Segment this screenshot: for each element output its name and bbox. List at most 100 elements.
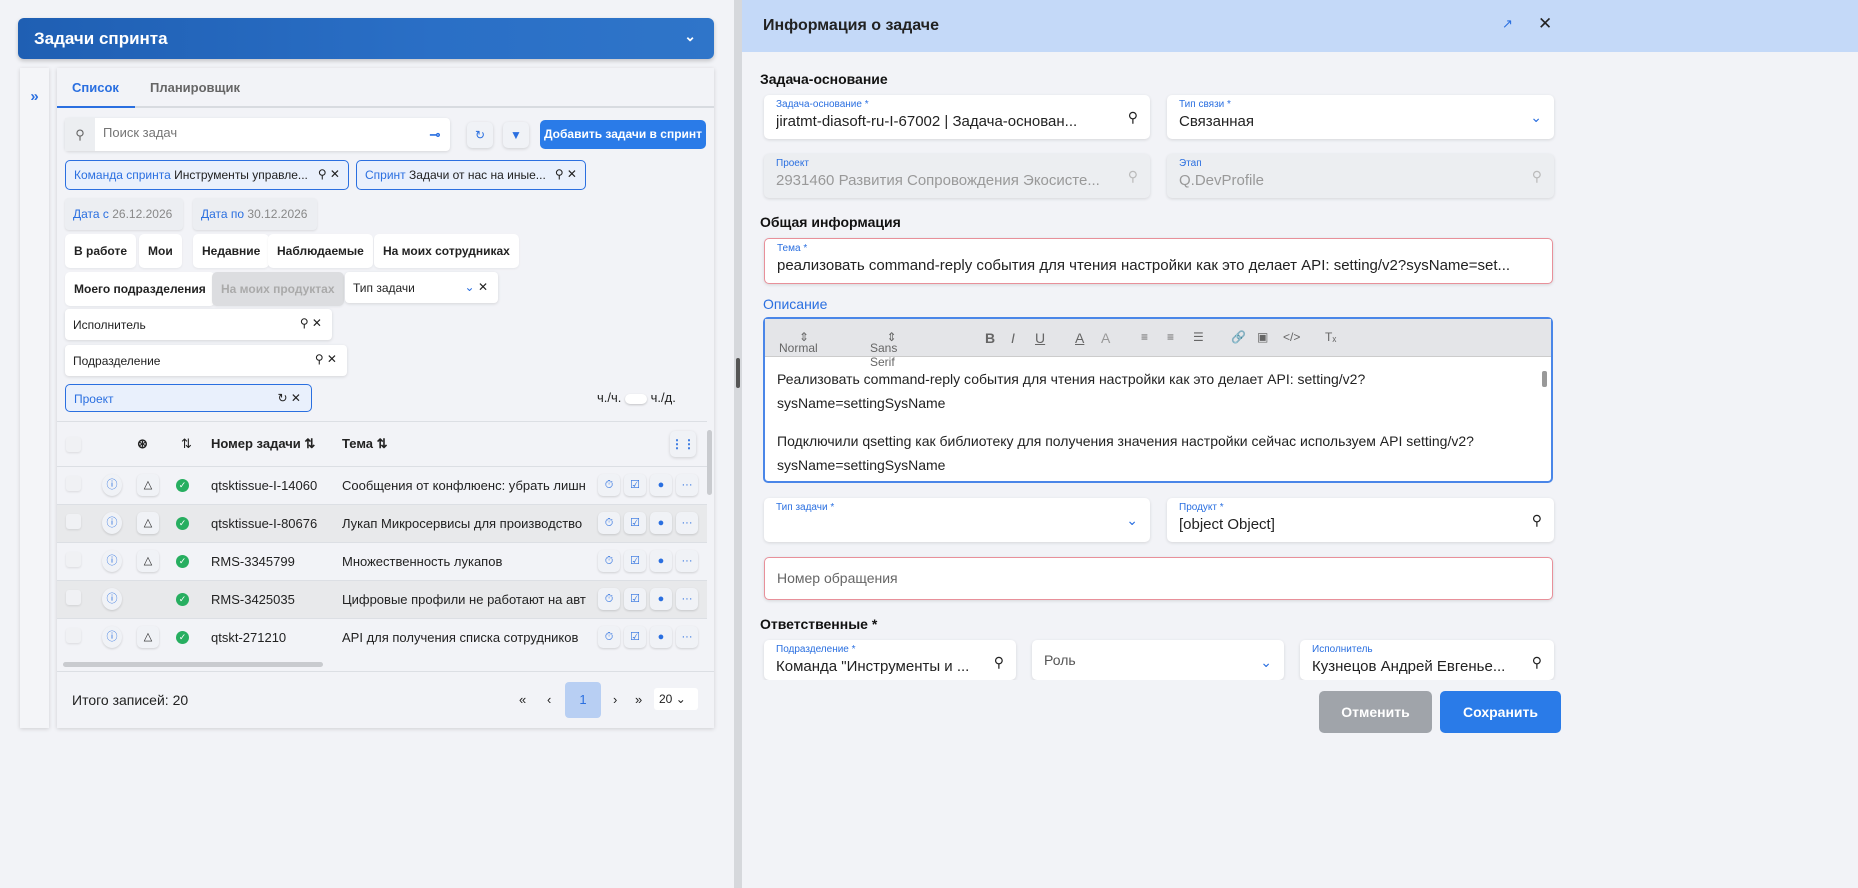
- vertical-scrollbar[interactable]: [707, 430, 712, 495]
- comment-icon[interactable]: ●: [650, 588, 672, 610]
- loading-clear-icons[interactable]: ↻ ✕: [278, 391, 301, 405]
- more-icon[interactable]: ···: [676, 550, 698, 572]
- task-number[interactable]: qtsktissue-I-80676: [211, 516, 336, 531]
- image-icon[interactable]: ▣: [1257, 330, 1268, 344]
- row-checkbox[interactable]: [66, 590, 81, 605]
- quick-recent[interactable]: Недавние: [193, 234, 270, 268]
- project-filter[interactable]: Проект ↻ ✕: [65, 384, 312, 412]
- bold-icon[interactable]: B: [985, 330, 995, 346]
- column-number[interactable]: Номер задачи ⇅: [211, 436, 315, 452]
- timer-icon[interactable]: ⏱: [598, 550, 620, 572]
- background-color-icon[interactable]: A: [1101, 330, 1110, 346]
- last-page-button[interactable]: »: [635, 692, 642, 707]
- clear-format-icon[interactable]: Tₓ: [1325, 330, 1336, 344]
- sort-icon[interactable]: ⇅: [181, 436, 192, 452]
- tab-list[interactable]: Список: [72, 80, 119, 95]
- expand-sidebar-button[interactable]: »: [20, 68, 49, 728]
- expand-tree-icon[interactable]: △: [137, 626, 159, 648]
- table-row[interactable]: ⓘ ✓ RMS-3425035 Цифровые профили не рабо…: [57, 580, 707, 618]
- info-icon[interactable]: ⓘ: [102, 626, 122, 648]
- row-checkbox[interactable]: [66, 514, 81, 529]
- task-number[interactable]: RMS-3345799: [211, 554, 336, 569]
- table-row[interactable]: ⓘ △ ✓ RMS-3345799 Множественность лукапо…: [57, 542, 707, 580]
- text-color-icon[interactable]: A: [1075, 330, 1084, 346]
- quick-my-employees[interactable]: На моих сотрудниках: [374, 234, 519, 268]
- timer-icon[interactable]: ⏱: [598, 512, 620, 534]
- assignee-filter[interactable]: Исполнитель ⚲ ✕: [65, 309, 332, 340]
- editor-content[interactable]: Реализовать command-reply события для чт…: [765, 357, 1551, 477]
- search-clear-icons[interactable]: ⚲ ✕: [318, 167, 340, 181]
- italic-icon[interactable]: I: [1011, 330, 1015, 346]
- comment-icon[interactable]: ●: [650, 512, 672, 534]
- editor-scrollbar[interactable]: [1542, 371, 1547, 387]
- search-icon[interactable]: ⚲: [1128, 109, 1138, 126]
- more-icon[interactable]: ···: [676, 588, 698, 610]
- hours-toggle[interactable]: ч./ч. ч./д.: [597, 390, 676, 405]
- code-icon[interactable]: </>: [1283, 330, 1300, 344]
- description-editor[interactable]: Normal ⇕ Sans Serif ⇕ B I U A A ≡ ≡ ☰ 🔗 …: [763, 317, 1553, 483]
- tab-planner[interactable]: Планировщик: [150, 80, 240, 95]
- column-topic[interactable]: Тема ⇅: [342, 436, 388, 452]
- sprint-team-filter[interactable]: Команда спринта Инструменты управле... ⚲ …: [65, 160, 349, 190]
- toggle-switch[interactable]: [625, 393, 648, 404]
- search-clear-icons[interactable]: ⚲ ✕: [555, 167, 577, 181]
- row-checkbox[interactable]: [66, 552, 81, 567]
- expand-tree-icon[interactable]: △: [137, 512, 159, 534]
- checklist-icon[interactable]: ☑: [624, 588, 646, 610]
- first-page-button[interactable]: «: [519, 692, 526, 707]
- sprint-tasks-header[interactable]: Задачи спринта ⌄: [18, 18, 714, 59]
- page-size-select[interactable]: 20 ⌄: [654, 688, 698, 710]
- topic-field[interactable]: Тема * реализовать command-reply события …: [764, 238, 1553, 284]
- align-icon[interactable]: ☰: [1193, 330, 1204, 344]
- checklist-icon[interactable]: ☑: [624, 474, 646, 496]
- comment-icon[interactable]: ●: [650, 474, 672, 496]
- more-icon[interactable]: ···: [676, 626, 698, 648]
- font-select[interactable]: Sans Serif ⇕: [870, 330, 897, 369]
- comment-icon[interactable]: ●: [650, 550, 672, 572]
- clear-filter-icon[interactable]: ⊸: [420, 118, 450, 151]
- expand-tree-icon[interactable]: △: [137, 474, 159, 496]
- link-type-field[interactable]: Тип связи * Связанная ⌄: [1167, 95, 1554, 139]
- task-number[interactable]: qtskt-271210: [211, 630, 336, 645]
- department-filter[interactable]: Подразделение ⚲ ✕: [65, 345, 347, 376]
- add-tasks-button[interactable]: Добавить задачи в спринт: [540, 120, 706, 149]
- table-row[interactable]: ⓘ △ ✓ qtsktissue-I-14060 Сообщения от ко…: [57, 466, 707, 504]
- info-icon[interactable]: ⓘ: [102, 512, 122, 534]
- timer-icon[interactable]: ⏱: [598, 626, 620, 648]
- chevron-down-icon[interactable]: ⌄ ✕: [465, 280, 488, 294]
- info-icon[interactable]: ⓘ: [102, 588, 122, 610]
- link-icon[interactable]: 🔗: [1231, 330, 1246, 344]
- chevron-down-icon[interactable]: ⌄: [684, 28, 696, 45]
- quick-mine[interactable]: Мои: [139, 234, 182, 268]
- next-page-button[interactable]: ›: [613, 692, 617, 707]
- search-clear-icons[interactable]: ⚲ ✕: [315, 352, 337, 366]
- timer-icon[interactable]: ⏱: [598, 474, 620, 496]
- info-icon[interactable]: ⓘ: [102, 474, 122, 496]
- row-checkbox[interactable]: [66, 476, 81, 491]
- timer-icon[interactable]: ⏱: [598, 588, 620, 610]
- chevron-down-icon[interactable]: ⌄: [1530, 109, 1542, 126]
- page-1-button[interactable]: 1: [565, 682, 601, 718]
- date-to[interactable]: Дата по 30.12.2026: [193, 198, 317, 230]
- task-type-filter[interactable]: Тип задачи ⌄ ✕: [345, 272, 498, 303]
- quick-in-work[interactable]: В работе: [65, 234, 136, 268]
- more-icon[interactable]: ···: [676, 512, 698, 534]
- more-icon[interactable]: ···: [676, 474, 698, 496]
- comment-icon[interactable]: ●: [650, 626, 672, 648]
- filter-button[interactable]: ▼: [503, 122, 529, 148]
- task-number[interactable]: RMS-3425035: [211, 592, 336, 607]
- info-icon[interactable]: ⓘ: [102, 550, 122, 572]
- underline-icon[interactable]: U: [1035, 330, 1045, 346]
- format-select[interactable]: Normal ⇕: [779, 330, 818, 355]
- refresh-button[interactable]: ↻: [467, 122, 493, 148]
- column-settings-button[interactable]: ⋮⋮: [670, 431, 696, 457]
- search-input[interactable]: [103, 125, 413, 140]
- checklist-icon[interactable]: ☑: [624, 512, 646, 534]
- expand-tree-icon[interactable]: △: [137, 550, 159, 572]
- date-from[interactable]: Дата с 26.12.2026: [65, 198, 183, 230]
- checklist-icon[interactable]: ☑: [624, 550, 646, 572]
- base-task-field[interactable]: Задача-основание * jiratmt-diasoft-ru-I-6…: [764, 95, 1150, 139]
- table-row[interactable]: ⓘ △ ✓ qtsktissue-I-80676 Лукап Микросерв…: [57, 504, 707, 542]
- quick-my-department[interactable]: Моего подразделения: [65, 272, 215, 306]
- quick-watched[interactable]: Наблюдаемые: [268, 234, 373, 268]
